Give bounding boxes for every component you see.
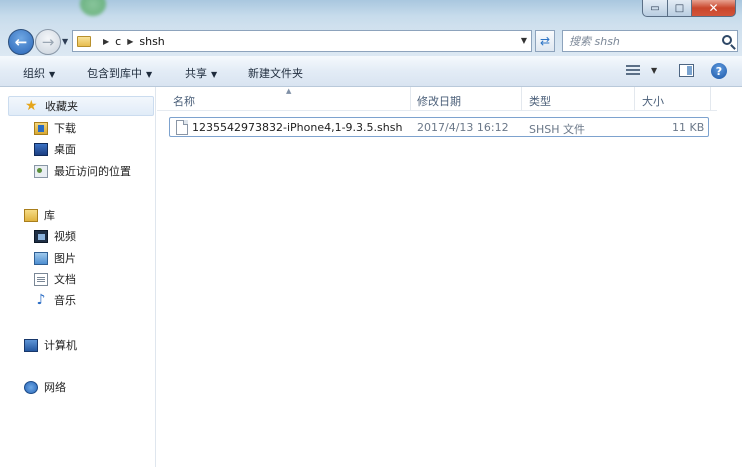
new-folder-button[interactable]: 新建文件夹 [248, 65, 303, 81]
address-row: ← → ▼ ▶ c ▶ shsh ▼ ⇄ 搜索 shsh [0, 26, 742, 56]
share-button[interactable]: 共享 ▼ [185, 65, 217, 81]
include-in-library-button[interactable]: 包含到库中 ▼ [87, 65, 152, 81]
video-icon [34, 229, 48, 243]
sidebar-item-desktop[interactable]: 桌面 [34, 141, 76, 157]
sidebar-item-label: 音乐 [54, 294, 76, 307]
maximize-button[interactable]: □ [668, 0, 692, 17]
sidebar-item-libraries[interactable]: 库 [24, 207, 55, 223]
back-button[interactable]: ← [8, 29, 34, 55]
sidebar-item-label: 图片 [54, 252, 76, 265]
sidebar-item-label: 视频 [54, 230, 76, 243]
column-header-modified[interactable]: 修改日期 [417, 93, 461, 109]
refresh-button[interactable]: ⇄ [535, 30, 555, 52]
command-bar: 组织 ▼ 包含到库中 ▼ 共享 ▼ 新建文件夹 ▼ ? [0, 56, 742, 87]
chevron-down-icon[interactable]: ▼ [521, 36, 527, 45]
window-titlebar: ▭ □ ✕ [0, 0, 742, 26]
help-icon[interactable]: ? [711, 63, 727, 79]
column-divider[interactable] [521, 87, 522, 111]
include-in-library-label: 包含到库中 [87, 67, 142, 80]
share-label: 共享 [185, 67, 207, 80]
file-name: 1235542973832-iPhone4,1-9.3.5.shsh [192, 121, 403, 134]
file-modified-date: 2017/4/13 16:12 [417, 121, 509, 134]
close-icon: ✕ [708, 1, 719, 15]
search-placeholder: 搜索 shsh [569, 35, 620, 48]
file-size: 11 KB [672, 121, 705, 134]
breadcrumb-shsh[interactable]: shsh [139, 35, 164, 48]
breadcrumb-c[interactable]: c [115, 35, 121, 48]
close-button[interactable]: ✕ [692, 0, 736, 17]
breadcrumb-separator-icon[interactable]: ▶ [127, 37, 133, 46]
search-icon[interactable] [722, 35, 732, 45]
sidebar-item-downloads[interactable]: 下载 [34, 120, 76, 136]
column-header-type[interactable]: 类型 [529, 93, 551, 109]
table-row[interactable]: 1235542973832-iPhone4,1-9.3.5.shsh 2017/… [169, 117, 709, 137]
sidebar-item-music[interactable]: ♪ 音乐 [34, 292, 76, 308]
computer-icon [24, 338, 38, 352]
view-options-icon[interactable] [626, 65, 640, 77]
column-divider[interactable] [710, 87, 711, 111]
column-divider[interactable] [410, 87, 411, 111]
sidebar-item-videos[interactable]: 视频 [34, 228, 76, 244]
minimize-icon: ▭ [650, 2, 660, 14]
chevron-down-icon: ▼ [146, 70, 153, 79]
sidebar-item-documents[interactable]: 文档 [34, 271, 76, 287]
minimize-button[interactable]: ▭ [642, 0, 668, 17]
sidebar-item-favorites[interactable]: ★ 收藏夹 [8, 96, 154, 116]
desktop-icon [34, 142, 48, 156]
address-bar[interactable]: ▶ c ▶ shsh ▼ [72, 30, 532, 52]
network-icon [24, 380, 38, 394]
organize-label: 组织 [23, 67, 45, 80]
arrow-left-icon: ← [14, 33, 28, 51]
picture-icon [34, 251, 48, 265]
column-header-name[interactable]: 名称 [173, 93, 195, 109]
sidebar-item-label: 文档 [54, 273, 76, 286]
chevron-down-icon[interactable]: ▼ [651, 66, 657, 75]
sidebar-item-label: 最近访问的位置 [54, 165, 131, 178]
star-icon: ★ [25, 97, 38, 114]
sidebar-item-label: 桌面 [54, 143, 76, 156]
sidebar-item-recent[interactable]: 最近访问的位置 [34, 163, 131, 179]
library-icon [24, 208, 38, 222]
column-header-row: ▲ 名称 修改日期 类型 大小 [157, 87, 717, 111]
blurred-background-text [150, 0, 620, 22]
folder-icon [77, 35, 91, 47]
sidebar-item-label: 网络 [44, 381, 66, 394]
preview-pane-icon[interactable] [679, 64, 694, 77]
refresh-icon: ⇄ [539, 34, 551, 48]
recent-places-icon [34, 164, 48, 178]
document-icon [34, 272, 48, 286]
sidebar-item-pictures[interactable]: 图片 [34, 250, 76, 266]
file-list: ▲ 名称 修改日期 类型 大小 1235542973832-iPhone4,1-… [157, 87, 742, 467]
navigation-pane: ★ 收藏夹 下载 桌面 最近访问的位置 库 视频 图片 文档 ♪ 音乐 计算机 … [0, 87, 156, 467]
column-header-size[interactable]: 大小 [642, 93, 664, 109]
column-divider[interactable] [634, 87, 635, 111]
sidebar-item-label: 库 [44, 209, 55, 222]
sidebar-item-label: 下载 [54, 122, 76, 135]
file-type: SHSH 文件 [529, 123, 586, 136]
downloads-folder-icon [34, 121, 48, 135]
recent-pages-dropdown[interactable]: ▼ [62, 37, 68, 46]
sidebar-item-label: 计算机 [44, 339, 77, 352]
chevron-down-icon: ▼ [49, 70, 56, 79]
sidebar-item-computer[interactable]: 计算机 [24, 337, 77, 353]
chevron-down-icon: ▼ [211, 70, 218, 79]
organize-button[interactable]: 组织 ▼ [23, 65, 55, 81]
blurred-background-icon [80, 0, 106, 16]
search-input[interactable]: 搜索 shsh [562, 30, 738, 52]
music-note-icon: ♪ [36, 291, 46, 308]
file-icon [176, 120, 188, 135]
new-folder-label: 新建文件夹 [248, 67, 303, 80]
forward-button[interactable]: → [35, 29, 61, 55]
sidebar-item-label: 收藏夹 [45, 100, 78, 113]
breadcrumb-separator-icon[interactable]: ▶ [103, 37, 109, 46]
sidebar-item-network[interactable]: 网络 [24, 379, 66, 395]
window-controls: ▭ □ ✕ [642, 0, 736, 17]
arrow-right-icon: → [41, 33, 55, 51]
sort-ascending-icon: ▲ [286, 87, 292, 95]
maximize-icon: □ [674, 2, 685, 14]
